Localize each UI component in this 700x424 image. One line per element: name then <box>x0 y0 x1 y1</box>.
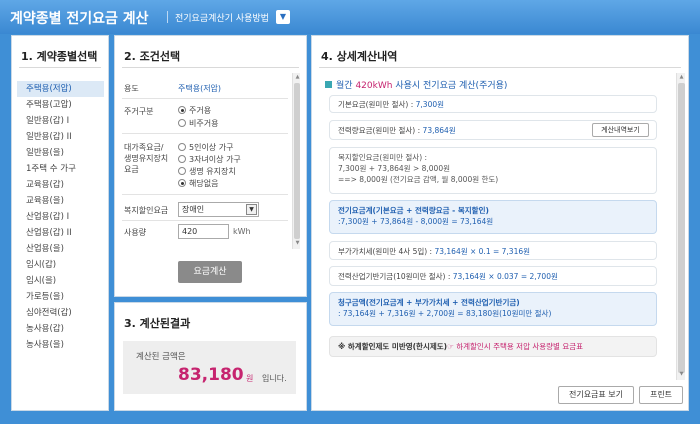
scrollbar[interactable]: ▲ ▼ <box>292 73 300 249</box>
title-divider <box>19 67 101 68</box>
contract-type-item[interactable]: 산업용(갑) II <box>17 225 104 241</box>
contract-type-panel: 1. 계약종별선택 주택용(저압) 주택용(고압) 일반용(갑) I 일반용(갑… <box>11 35 109 411</box>
contract-type-list: 주택용(저압) 주택용(고압) 일반용(갑) I 일반용(갑) II 일반용(을… <box>17 81 104 353</box>
welfare-select[interactable]: 장애인 ▼ <box>178 202 259 217</box>
panel-title: 3. 계산된결과 <box>124 317 191 330</box>
title-separator <box>167 11 168 23</box>
welfare-label: 복지할인요금 <box>124 206 169 215</box>
discount-option[interactable]: 3자녀이상 가구 <box>178 154 241 165</box>
contract-type-item[interactable]: 농사용(을) <box>17 337 104 353</box>
contract-type-item[interactable]: 주택용(고압) <box>17 97 104 113</box>
calculate-button[interactable]: 요금계산 <box>178 261 242 283</box>
housing-label: 주거구분 <box>124 107 154 116</box>
housing-option[interactable]: 주거용 <box>178 105 211 116</box>
contract-type-item[interactable]: 일반용(갑) I <box>17 113 104 129</box>
welfare-select-value: 장애인 <box>182 205 205 214</box>
discount-option[interactable]: 5인이상 가구 <box>178 142 233 153</box>
scroll-up-icon[interactable]: ▲ <box>294 74 301 82</box>
contract-type-item[interactable]: 일반용(갑) II <box>17 129 104 145</box>
discount-label: 요금 <box>124 165 139 174</box>
housing-option[interactable]: 비주거용 <box>178 118 218 129</box>
panel-title: 4. 상세계산내역 <box>321 50 398 63</box>
result-currency: 원 <box>246 374 254 383</box>
condition-panel: 2. 조건선택 용도 주택용(저압) 주거구분 주거용 비주거용 대가족요금/ … <box>114 35 307 297</box>
vat-row: 부가가치세(원미만 4사 5입) : 73,164원 × 0.1 = 7,316… <box>329 241 657 260</box>
discount-label: 생명유지장치 <box>124 154 169 163</box>
chevron-down-icon[interactable]: ▼ <box>276 10 290 24</box>
scroll-thumb[interactable] <box>294 83 300 239</box>
window-title: 계약종별 전기요금 계산 <box>10 11 149 27</box>
basic-charge-row: 기본요금(원미만 절사) : 7,300원 <box>329 95 657 113</box>
pointing-hand-icon: ☞ <box>447 342 454 351</box>
result-suffix: 입니다. <box>262 374 287 383</box>
summer-discount-note: ※ 하계할인제도 미반영(한시제도)☞ 하계할인시 주택용 저압 사용량별 요금… <box>329 336 657 357</box>
scroll-thumb[interactable] <box>678 83 685 373</box>
welfare-discount-row: 복지할인요금(원미만 절사) : 7,300원 + 73,864원 > 8,00… <box>329 147 657 194</box>
scrollbar[interactable]: ▲ ▼ <box>676 73 685 380</box>
row-divider <box>122 98 288 99</box>
square-bullet-icon <box>325 81 332 88</box>
usage-amount-label: 사용량 <box>124 228 147 237</box>
result-label: 계산된 금액은 <box>136 352 186 362</box>
result-box: 계산된 금액은 83,180 원 입니다. <box>123 341 296 394</box>
summer-rate-link[interactable]: 하계할인시 주택용 저압 사용량별 요금표 <box>456 342 583 351</box>
radio-icon[interactable] <box>178 143 186 151</box>
usage-unit: kWh <box>233 227 251 236</box>
row-divider <box>122 194 288 195</box>
contract-type-item[interactable]: 1주택 수 가구 <box>17 161 104 177</box>
title-divider <box>319 67 681 68</box>
usage-guide-link[interactable]: 전기요금계산기 사용방법 <box>175 11 269 24</box>
contract-type-item[interactable]: 임시(갑) <box>17 257 104 273</box>
contract-type-item[interactable]: 농사용(갑) <box>17 321 104 337</box>
rate-table-button[interactable]: 전기요금표 보기 <box>558 386 634 404</box>
contract-type-item[interactable]: 일반용(을) <box>17 145 104 161</box>
contract-type-item[interactable]: 임시(을) <box>17 273 104 289</box>
scroll-down-icon[interactable]: ▼ <box>294 240 301 248</box>
detail-heading: 월간 420kWh 사용시 전기요금 계산(주거용) <box>325 78 507 91</box>
contract-type-item[interactable]: 교육용(을) <box>17 193 104 209</box>
usage-value: 주택용(저압) <box>178 84 222 93</box>
contract-type-item[interactable]: 심야전력(갑) <box>17 305 104 321</box>
panel-title: 2. 조건선택 <box>124 50 181 63</box>
scroll-down-icon[interactable]: ▼ <box>678 371 685 379</box>
result-panel: 3. 계산된결과 계산된 금액은 83,180 원 입니다. <box>114 302 307 411</box>
panel-title: 1. 계약종별선택 <box>21 50 98 63</box>
discount-option[interactable]: 해당없음 <box>178 178 218 189</box>
detail-panel: 4. 상세계산내역 월간 420kWh 사용시 전기요금 계산(주거용) 기본요… <box>311 35 689 411</box>
chevron-down-icon[interactable]: ▼ <box>246 204 257 215</box>
view-detail-button[interactable]: 계산내역보기 <box>592 123 649 137</box>
row-divider <box>122 133 288 134</box>
fund-row: 전력산업기반기금(10원미만 절사) : 73,164원 × 0.037 = 2… <box>329 266 657 286</box>
contract-type-item[interactable]: 가로등(을) <box>17 289 104 305</box>
discount-label: 대가족요금/ <box>124 143 164 152</box>
radio-icon[interactable] <box>178 167 186 175</box>
radio-icon[interactable] <box>178 119 186 127</box>
usage-label: 용도 <box>124 84 139 93</box>
radio-icon[interactable] <box>178 155 186 163</box>
radio-icon[interactable] <box>178 106 186 114</box>
discount-option[interactable]: 생명 유지장치 <box>178 166 236 177</box>
contract-type-item[interactable]: 주택용(저압) <box>17 81 104 97</box>
scroll-up-icon[interactable]: ▲ <box>678 74 685 82</box>
title-divider <box>122 67 299 68</box>
usage-amount-input[interactable]: 420 <box>178 224 229 239</box>
row-divider <box>122 220 288 221</box>
result-amount: 83,180 <box>178 365 244 385</box>
subtotal-row: 전기요금계(기본요금 + 전력량요금 - 복지할인) :7,300원 + 73,… <box>329 200 657 234</box>
title-bar: 계약종별 전기요금 계산 전기요금계산기 사용방법 ▼ <box>0 0 700 34</box>
contract-type-item[interactable]: 산업용(을) <box>17 241 104 257</box>
claim-row: 청구금액(전기요금계 + 부가가치세 + 전력산업기반기금) : 73,164원… <box>329 292 657 326</box>
radio-icon[interactable] <box>178 179 186 187</box>
print-button[interactable]: 프린트 <box>639 386 683 404</box>
contract-type-item[interactable]: 교육용(갑) <box>17 177 104 193</box>
contract-type-item[interactable]: 산업용(갑) I <box>17 209 104 225</box>
